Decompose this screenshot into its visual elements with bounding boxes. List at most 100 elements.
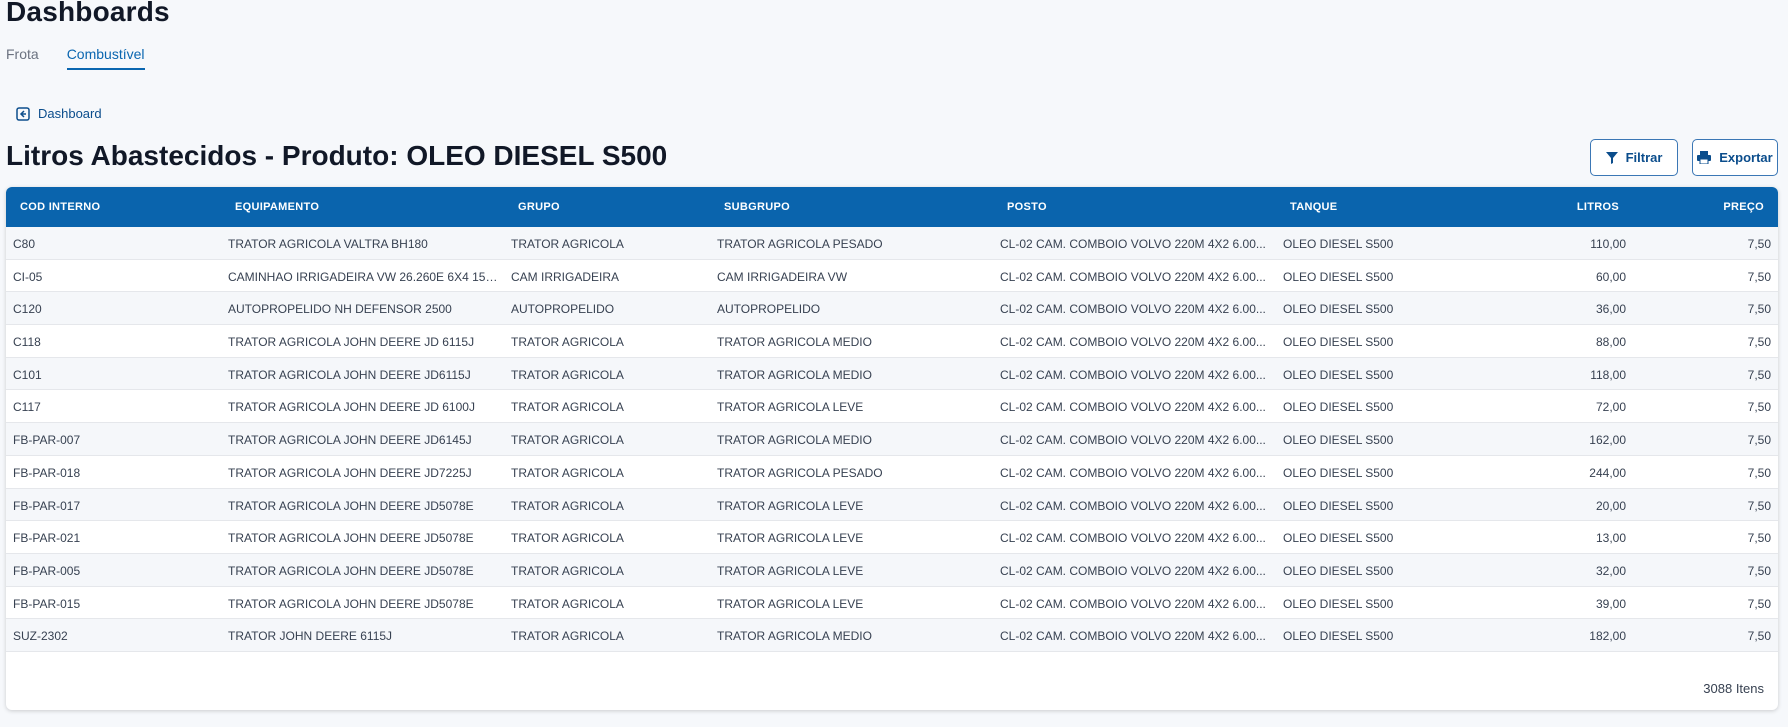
cell-posto: CL-02 CAM. COMBOIO VOLVO 220M 4X2 6.00..… [1000, 563, 1266, 578]
cell-posto: CL-02 CAM. COMBOIO VOLVO 220M 4X2 6.00..… [1000, 465, 1266, 480]
cell-preco: 7,50 [1747, 629, 1771, 644]
cell-posto: CL-02 CAM. COMBOIO VOLVO 220M 4X2 6.00..… [1000, 433, 1266, 448]
column-header-tanque[interactable]: TANQUE [1290, 201, 1337, 213]
cell-subgrupo: TRATOR AGRICOLA PESADO [717, 237, 883, 251]
filter-button-label: Filtrar [1625, 150, 1663, 165]
cell-subgrupo: TRATOR AGRICOLA MEDIO [717, 629, 872, 644]
cell-preco: 7,50 [1747, 400, 1771, 415]
filter-icon [1605, 151, 1618, 164]
table-row[interactable]: FB-PAR-018 TRATOR AGRICOLA JOHN DEERE JD7… [6, 455, 1778, 489]
cell-subgrupo: TRATOR AGRICOLA LEVE [717, 596, 864, 611]
cell-subgrupo: TRATOR AGRICOLA MEDIO [717, 335, 872, 350]
table-row[interactable]: FB-PAR-007 TRATOR AGRICOLA JOHN DEERE JD6… [6, 423, 1778, 456]
cell-litros: 60,00 [1595, 269, 1626, 284]
cell-litros: 36,00 [1595, 302, 1626, 317]
export-button[interactable]: Exportar [1692, 139, 1778, 176]
filter-button[interactable]: Filtrar [1590, 139, 1678, 176]
cell-grupo: TRATOR AGRICOLA [511, 596, 624, 611]
cell-equipamento: TRATOR AGRICOLA JOHN DEERE JD5078E [228, 531, 474, 546]
cell-grupo: TRATOR AGRICOLA [511, 465, 624, 480]
column-header-posto[interactable]: POSTO [1007, 201, 1047, 213]
table-row[interactable]: SUZ-2303 TRATOR JOHN DEERE 6115J TRATOR AG… [6, 651, 1778, 663]
cell-equipamento: TRATOR AGRICOLA JOHN DEERE JD 6100J [228, 400, 475, 415]
column-header-grupo[interactable]: GRUPO [518, 201, 560, 213]
cell-tanque: OLEO DIESEL S500 [1283, 367, 1394, 382]
column-header-equipamento[interactable]: EQUIPAMENTO [235, 201, 319, 213]
cell-preco: 7,50 [1748, 662, 1771, 663]
table-row[interactable]: CI-05 CAMINHAO IRRIGADEIRA VW 26.260E 6X4… [6, 259, 1778, 293]
tab-frota[interactable]: Frota [6, 46, 39, 70]
cell-preco: 7,50 [1747, 531, 1771, 546]
cell-posto: CL-02 CAM. COMBOIO VOLVO 220M 4X2 6.00..… [1000, 237, 1266, 251]
cell-cod-interno: CI-05 [13, 269, 43, 284]
cell-preco: 7,50 [1747, 433, 1771, 448]
cell-grupo: CAM IRRIGADEIRA [511, 269, 620, 284]
column-header-subgrupo[interactable]: SUBGRUPO [724, 201, 790, 213]
cell-grupo: TRATOR AGRICOLA [511, 335, 624, 350]
cell-tanque: OLEO DIESEL S500 [1283, 335, 1394, 350]
cell-cod-interno: C118 [13, 335, 41, 350]
data-table: COD INTERNO EQUIPAMENTO GRUPO SUBGRUPO P… [6, 187, 1778, 710]
table-row[interactable]: FB-PAR-005 TRATOR AGRICOLA JOHN DEERE JD5… [6, 553, 1778, 587]
column-header-litros[interactable]: LITROS [1577, 201, 1619, 213]
table-row[interactable]: SUZ-2302 TRATOR JOHN DEERE 6115J TRATOR AG… [6, 619, 1778, 652]
cell-posto: CL-02 CAM. COMBOIO VOLVO 220M 4X2 6.00..… [1000, 596, 1266, 611]
table-row[interactable]: C101 TRATOR AGRICOLA JOHN DEERE JD6115J TR… [6, 357, 1778, 391]
cell-tanque: OLEO DIESEL S500 [1283, 596, 1394, 611]
cell-tanque: OLEO DIESEL S500 [1283, 433, 1394, 448]
table-row[interactable]: FB-PAR-021 TRATOR AGRICOLA JOHN DEERE JD5… [6, 521, 1778, 554]
cell-equipamento: TRATOR AGRICOLA VALTRA BH180 [228, 237, 428, 251]
table-row[interactable]: C118 TRATOR AGRICOLA JOHN DEERE JD 6115J T… [6, 325, 1778, 358]
cell-tanque: OLEO DIESEL S500 [1283, 269, 1394, 284]
report-title: Litros Abastecidos - Produto: OLEO DIESE… [6, 140, 668, 171]
column-header-cod-interno[interactable]: COD INTERNO [20, 201, 100, 213]
cell-equipamento: TRATOR AGRICOLA JOHN DEERE JD5078E [228, 498, 474, 513]
cell-grupo: TRATOR AGRICOLA [511, 498, 624, 513]
cell-subgrupo: TRATOR AGRICOLA MEDIO [717, 662, 872, 663]
cell-preco: 7,50 [1747, 563, 1771, 578]
tab-combustivel[interactable]: Combustível [66, 46, 145, 70]
cell-posto: CL-02 CAM. COMBOIO VOLVO 220M 4X2 6.00..… [1000, 302, 1266, 317]
cell-posto: CL-02 CAM. COMBOIO VOLVO 220M 4X2 6.00..… [1000, 629, 1266, 644]
cell-litros: 244,00 [1589, 465, 1626, 480]
cell-subgrupo: TRATOR AGRICOLA MEDIO [717, 367, 872, 382]
cell-litros: 20,00 [1595, 498, 1626, 513]
cell-equipamento: TRATOR AGRICOLA JOHN DEERE JD5078E [228, 596, 474, 611]
cell-tanque: OLEO DIESEL S500 [1283, 563, 1394, 578]
page-title: Dashboards [6, 0, 170, 27]
cell-equipamento: TRATOR AGRICOLA JOHN DEERE JD5078E [228, 563, 474, 578]
cell-grupo: TRATOR AGRICOLA [511, 433, 624, 448]
cell-litros: 118,00 [1590, 367, 1626, 382]
cell-tanque: OLEO DIESEL S500 [1283, 662, 1393, 663]
table-row[interactable]: C80 TRATOR AGRICOLA VALTRA BH180 TRATOR AG… [6, 227, 1778, 260]
cell-cod-interno: SUZ-2303 [13, 662, 68, 663]
cell-posto: CL-02 CAM. COMBOIO VOLVO 220M 4X2 6.00..… [1000, 531, 1266, 546]
cell-subgrupo: TRATOR AGRICOLA LEVE [717, 531, 864, 546]
cell-equipamento: TRATOR AGRICOLA JOHN DEERE JD6145J [228, 433, 472, 448]
cell-grupo: TRATOR AGRICOLA [511, 400, 624, 415]
cell-posto: CL-02 CAM. COMBOIO VOLVO 220M 4X2 6.00..… [1000, 662, 1270, 663]
cell-subgrupo: TRATOR AGRICOLA LEVE [717, 563, 864, 578]
cell-litros: 110,00 [1590, 237, 1626, 251]
cell-litros: 162,00 [1589, 433, 1626, 448]
cell-grupo: TRATOR AGRICOLA [511, 237, 624, 251]
cell-preco: 7,50 [1747, 302, 1771, 317]
back-link-label: Dashboard [38, 106, 102, 121]
cell-cod-interno: SUZ-2302 [13, 629, 68, 644]
cell-tanque: OLEO DIESEL S500 [1283, 465, 1394, 480]
cell-preco: 7,50 [1747, 465, 1771, 480]
cell-equipamento: TRATOR AGRICOLA JOHN DEERE JD7225J [228, 465, 472, 480]
table-row[interactable]: C120 AUTOPROPELIDO NH DEFENSOR 2500 AUTOPR… [6, 292, 1778, 326]
back-to-dashboard-link[interactable]: Dashboard [16, 106, 102, 121]
table-row[interactable]: FB-PAR-017 TRATOR AGRICOLA JOHN DEERE JD5… [6, 488, 1778, 522]
back-icon [16, 106, 30, 121]
printer-icon [1697, 151, 1712, 164]
table-row[interactable]: C117 TRATOR AGRICOLA JOHN DEERE JD 6100J T… [6, 390, 1778, 424]
column-header-preco[interactable]: PREÇO [1723, 201, 1764, 213]
cell-grupo: TRATOR AGRICOLA [511, 531, 624, 546]
table-row[interactable]: FB-PAR-015 TRATOR AGRICOLA JOHN DEERE JD5… [6, 586, 1778, 620]
table-body[interactable]: C80 TRATOR AGRICOLA VALTRA BH180 TRATOR AG… [6, 227, 1778, 663]
table-header: COD INTERNO EQUIPAMENTO GRUPO SUBGRUPO P… [6, 187, 1778, 227]
cell-cod-interno: C101 [13, 367, 42, 382]
cell-preco: 7,50 [1747, 367, 1771, 382]
